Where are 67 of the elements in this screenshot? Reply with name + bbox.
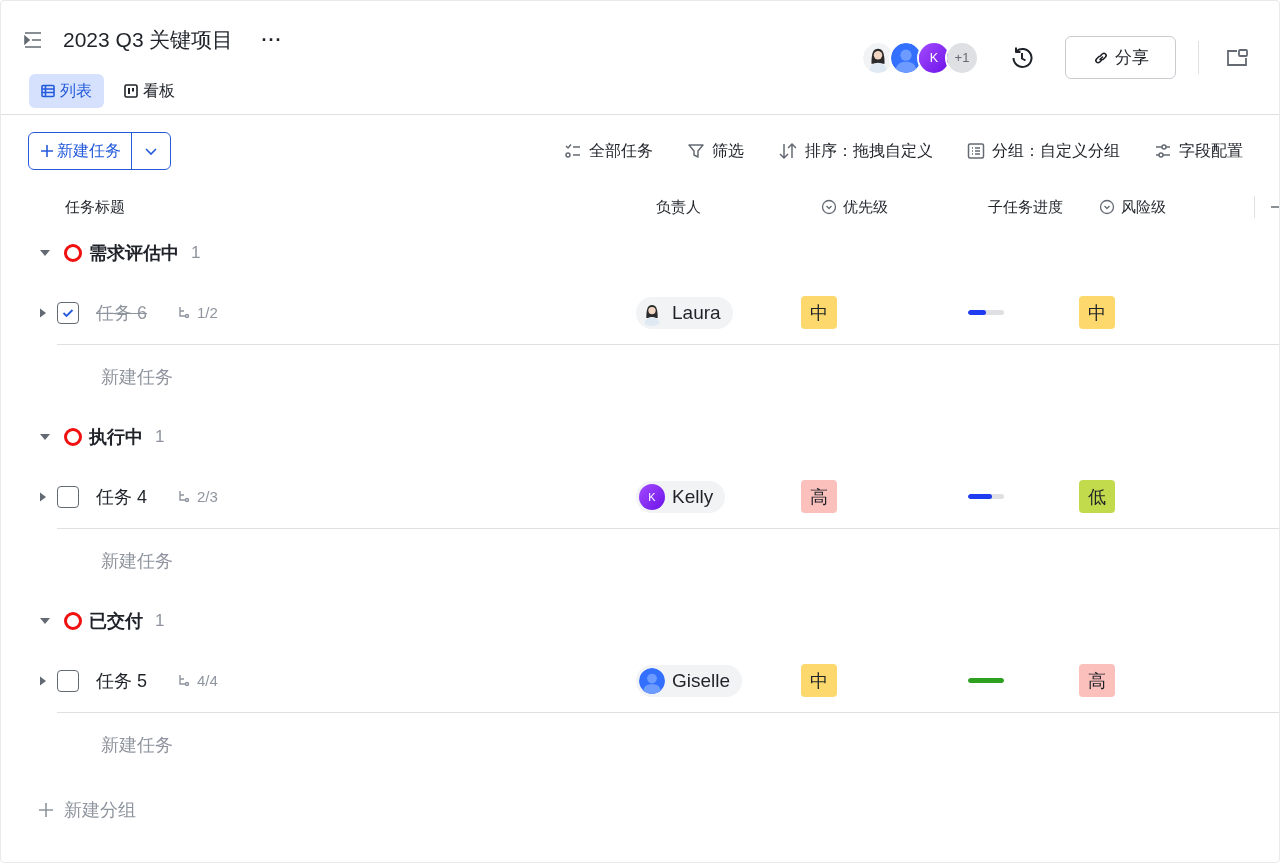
window-icon[interactable] xyxy=(1225,46,1249,69)
dropdown-field-icon xyxy=(821,199,837,215)
risk-tag[interactable]: 高 xyxy=(1079,664,1115,697)
checklist-icon xyxy=(564,142,582,160)
column-header[interactable]: 子任务进度 xyxy=(988,197,1063,217)
avatar: K xyxy=(639,483,665,510)
assignee-chip[interactable]: K Kelly xyxy=(636,480,726,513)
toolbar-button[interactable]: 筛选 xyxy=(687,140,744,162)
priority-tag[interactable]: 中 xyxy=(801,296,837,329)
column-header[interactable]: 风险级 xyxy=(1121,197,1166,217)
task-title[interactable]: 任务 4 xyxy=(96,484,147,509)
dropdown-field-icon xyxy=(1099,199,1115,215)
group-count: 1 xyxy=(155,427,165,447)
priority-tag[interactable]: 中 xyxy=(801,664,837,697)
group-name: 需求评估中 xyxy=(89,242,179,265)
task-title[interactable]: 任务 5 xyxy=(96,668,147,693)
subtask-count: 1/2 xyxy=(197,304,218,321)
plus-icon xyxy=(39,143,55,159)
subtask-icon xyxy=(177,673,191,688)
column-header[interactable]: 任务标题 xyxy=(65,197,125,217)
subtask-count: 4/4 xyxy=(197,672,218,689)
subtask-count: 2/3 xyxy=(197,488,218,505)
more-collaborators-badge[interactable]: +1 xyxy=(947,42,977,73)
more-button[interactable]: ··· xyxy=(261,29,283,51)
list-icon xyxy=(967,142,985,160)
view-tab[interactable]: 列表 xyxy=(29,74,104,108)
table-icon xyxy=(41,84,55,98)
task-checkbox[interactable] xyxy=(57,301,79,324)
task-checkbox[interactable] xyxy=(57,485,79,508)
progress-bar xyxy=(968,310,1004,315)
column-header[interactable]: 负责人 xyxy=(656,197,701,217)
document-title: 2023 Q3 关键项目 xyxy=(63,27,234,53)
plus-icon xyxy=(38,802,54,818)
view-tab[interactable]: 看板 xyxy=(112,74,187,108)
risk-tag[interactable]: 中 xyxy=(1079,296,1115,329)
status-ring-icon xyxy=(63,427,83,447)
avatar: K xyxy=(919,42,949,73)
toolbar-button[interactable]: 排序：拖拽自定义 xyxy=(778,140,933,162)
filter-icon xyxy=(687,142,705,160)
progress-bar xyxy=(968,678,1004,683)
assignee-chip[interactable]: Laura xyxy=(636,296,733,329)
avatar-icon xyxy=(863,42,893,73)
sliders-icon xyxy=(1154,142,1172,160)
group-count: 1 xyxy=(155,611,165,631)
avatar-icon xyxy=(891,42,921,73)
group-count: 1 xyxy=(191,243,201,263)
risk-tag[interactable]: 低 xyxy=(1079,480,1115,513)
status-ring-icon xyxy=(63,611,83,631)
toolbar-button[interactable]: 分组：自定义分组 xyxy=(967,140,1120,162)
status-ring-icon xyxy=(63,243,83,263)
group-name: 执行中 xyxy=(89,426,143,449)
sidebar-toggle-icon[interactable] xyxy=(23,31,43,49)
subtask-icon xyxy=(177,305,191,320)
link-icon xyxy=(1092,49,1109,66)
subtask-icon xyxy=(177,489,191,504)
share-button[interactable]: 分享 xyxy=(1065,36,1176,79)
assignee-chip[interactable]: Giselle xyxy=(636,664,743,697)
task-checkbox[interactable] xyxy=(57,669,79,692)
priority-tag[interactable]: 高 xyxy=(801,480,837,513)
board-icon xyxy=(124,84,138,98)
avatar-icon xyxy=(639,667,665,694)
toolbar-button[interactable]: 字段配置 xyxy=(1154,140,1243,162)
group-name: 已交付 xyxy=(89,610,143,633)
sort-icon xyxy=(778,142,798,160)
column-header[interactable]: 优先级 xyxy=(843,197,888,217)
progress-bar xyxy=(968,494,1004,499)
toolbar-button[interactable]: 全部任务 xyxy=(564,140,653,162)
